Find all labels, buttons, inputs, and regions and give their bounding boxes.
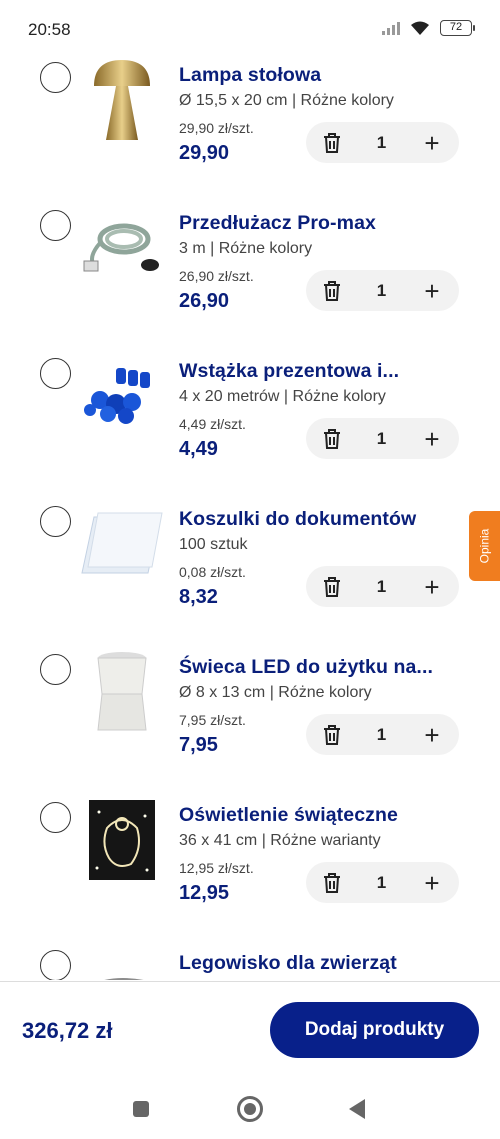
quantity-value: 1 bbox=[376, 428, 387, 448]
cart-item: Legowisko dla zwierząt bbox=[0, 936, 500, 980]
unit-price: 7,95 zł/szt. bbox=[179, 712, 246, 728]
unit-price: 26,90 zł/szt. bbox=[179, 268, 254, 284]
plus-icon[interactable]: + bbox=[421, 130, 443, 156]
product-name[interactable]: Wstążka prezentowa i... bbox=[179, 360, 399, 383]
status-icons: 72 bbox=[382, 20, 475, 36]
product-desc: 100 sztuk bbox=[179, 536, 248, 553]
feedback-tab[interactable]: Opinia bbox=[469, 511, 500, 581]
product-image-lamp bbox=[80, 56, 164, 144]
select-radio[interactable] bbox=[40, 506, 71, 537]
cart-item: Świeca LED do użytku na... Ø 8 x 13 cm |… bbox=[0, 640, 500, 788]
item-price: 8,32 bbox=[179, 586, 218, 608]
select-radio[interactable] bbox=[40, 62, 71, 93]
select-radio[interactable] bbox=[40, 358, 71, 389]
plus-icon[interactable]: + bbox=[421, 722, 443, 748]
select-radio[interactable] bbox=[40, 950, 71, 980]
product-desc: Ø 8 x 13 cm | Różne kolory bbox=[179, 684, 372, 701]
cart-item: Przedłużacz Pro-max 3 m | Różne kolory 2… bbox=[0, 196, 500, 344]
cart-item: Koszulki do dokumentów 100 sztuk 0,08 zł… bbox=[0, 492, 500, 640]
plus-icon[interactable]: + bbox=[421, 870, 443, 896]
product-name[interactable]: Legowisko dla zwierząt bbox=[179, 952, 397, 975]
product-desc: 36 x 41 cm | Różne warianty bbox=[179, 832, 381, 849]
select-radio[interactable] bbox=[40, 802, 71, 833]
item-price: 4,49 bbox=[179, 438, 218, 460]
unit-price: 29,90 zł/szt. bbox=[179, 120, 254, 136]
quantity-stepper: 1 + bbox=[306, 862, 459, 903]
plus-icon[interactable]: + bbox=[421, 426, 443, 452]
unit-price: 12,95 zł/szt. bbox=[179, 860, 254, 876]
item-price: 7,95 bbox=[179, 734, 218, 756]
product-desc: Ø 15,5 x 20 cm | Różne kolory bbox=[179, 92, 394, 109]
wifi-icon bbox=[411, 21, 429, 35]
feedback-tab-label: Opinia bbox=[477, 528, 492, 564]
product-name[interactable]: Oświetlenie świąteczne bbox=[179, 804, 398, 827]
quantity-value: 1 bbox=[376, 724, 387, 744]
product-image-pet-bed bbox=[80, 944, 164, 980]
product-image-sheet-protectors bbox=[80, 500, 164, 588]
quantity-value: 1 bbox=[376, 576, 387, 596]
quantity-value: 1 bbox=[376, 132, 387, 152]
product-image-christmas-lights bbox=[80, 796, 164, 884]
back-icon[interactable] bbox=[349, 1099, 365, 1119]
battery-icon: 72 bbox=[440, 20, 475, 36]
plus-icon[interactable]: + bbox=[421, 278, 443, 304]
quantity-value: 1 bbox=[376, 872, 387, 892]
unit-price: 4,49 zł/szt. bbox=[179, 416, 246, 432]
select-radio[interactable] bbox=[40, 654, 71, 685]
product-image-extension-cord bbox=[80, 204, 164, 292]
item-price: 29,90 bbox=[179, 142, 230, 164]
add-products-button[interactable]: Dodaj produkty bbox=[270, 1002, 479, 1058]
product-name[interactable]: Przedłużacz Pro-max bbox=[179, 212, 376, 235]
cart-item-list[interactable]: Lampa stołowa Ø 15,5 x 20 cm | Różne kol… bbox=[0, 48, 500, 980]
quantity-stepper: 1 + bbox=[306, 566, 459, 607]
home-icon[interactable] bbox=[237, 1096, 263, 1122]
trash-icon[interactable] bbox=[322, 280, 342, 302]
quantity-stepper: 1 + bbox=[306, 714, 459, 755]
item-price: 26,90 bbox=[179, 290, 230, 312]
unit-price: 0,08 zł/szt. bbox=[179, 564, 246, 580]
product-image-ribbon bbox=[80, 352, 164, 440]
item-price: 12,95 bbox=[179, 882, 230, 904]
product-desc: 4 x 20 metrów | Różne kolory bbox=[179, 388, 386, 405]
trash-icon[interactable] bbox=[322, 132, 342, 154]
product-name[interactable]: Świeca LED do użytku na... bbox=[179, 656, 433, 679]
trash-icon[interactable] bbox=[322, 872, 342, 894]
recents-icon[interactable] bbox=[133, 1101, 149, 1117]
cart-total: 326,72 zł bbox=[22, 1018, 113, 1043]
cart-item: Oświetlenie świąteczne 36 x 41 cm | Różn… bbox=[0, 788, 500, 936]
plus-icon[interactable]: + bbox=[421, 574, 443, 600]
product-name[interactable]: Koszulki do dokumentów bbox=[179, 508, 416, 531]
signal-icon bbox=[382, 21, 400, 35]
trash-icon[interactable] bbox=[322, 724, 342, 746]
cart-footer: 326,72 zł Dodaj produkty bbox=[0, 981, 500, 1077]
product-name[interactable]: Lampa stołowa bbox=[179, 64, 321, 87]
trash-icon[interactable] bbox=[322, 428, 342, 450]
quantity-stepper: 1 + bbox=[306, 122, 459, 163]
cart-item: Lampa stołowa Ø 15,5 x 20 cm | Różne kol… bbox=[0, 48, 500, 196]
status-time: 20:58 bbox=[28, 20, 71, 39]
system-nav-bar bbox=[0, 1077, 500, 1139]
product-image-led-candle bbox=[80, 648, 164, 736]
product-desc: 3 m | Różne kolory bbox=[179, 240, 313, 257]
trash-icon[interactable] bbox=[322, 576, 342, 598]
quantity-value: 1 bbox=[376, 280, 387, 300]
cart-item: Wstążka prezentowa i... 4 x 20 metrów | … bbox=[0, 344, 500, 492]
quantity-stepper: 1 + bbox=[306, 418, 459, 459]
quantity-stepper: 1 + bbox=[306, 270, 459, 311]
select-radio[interactable] bbox=[40, 210, 71, 241]
